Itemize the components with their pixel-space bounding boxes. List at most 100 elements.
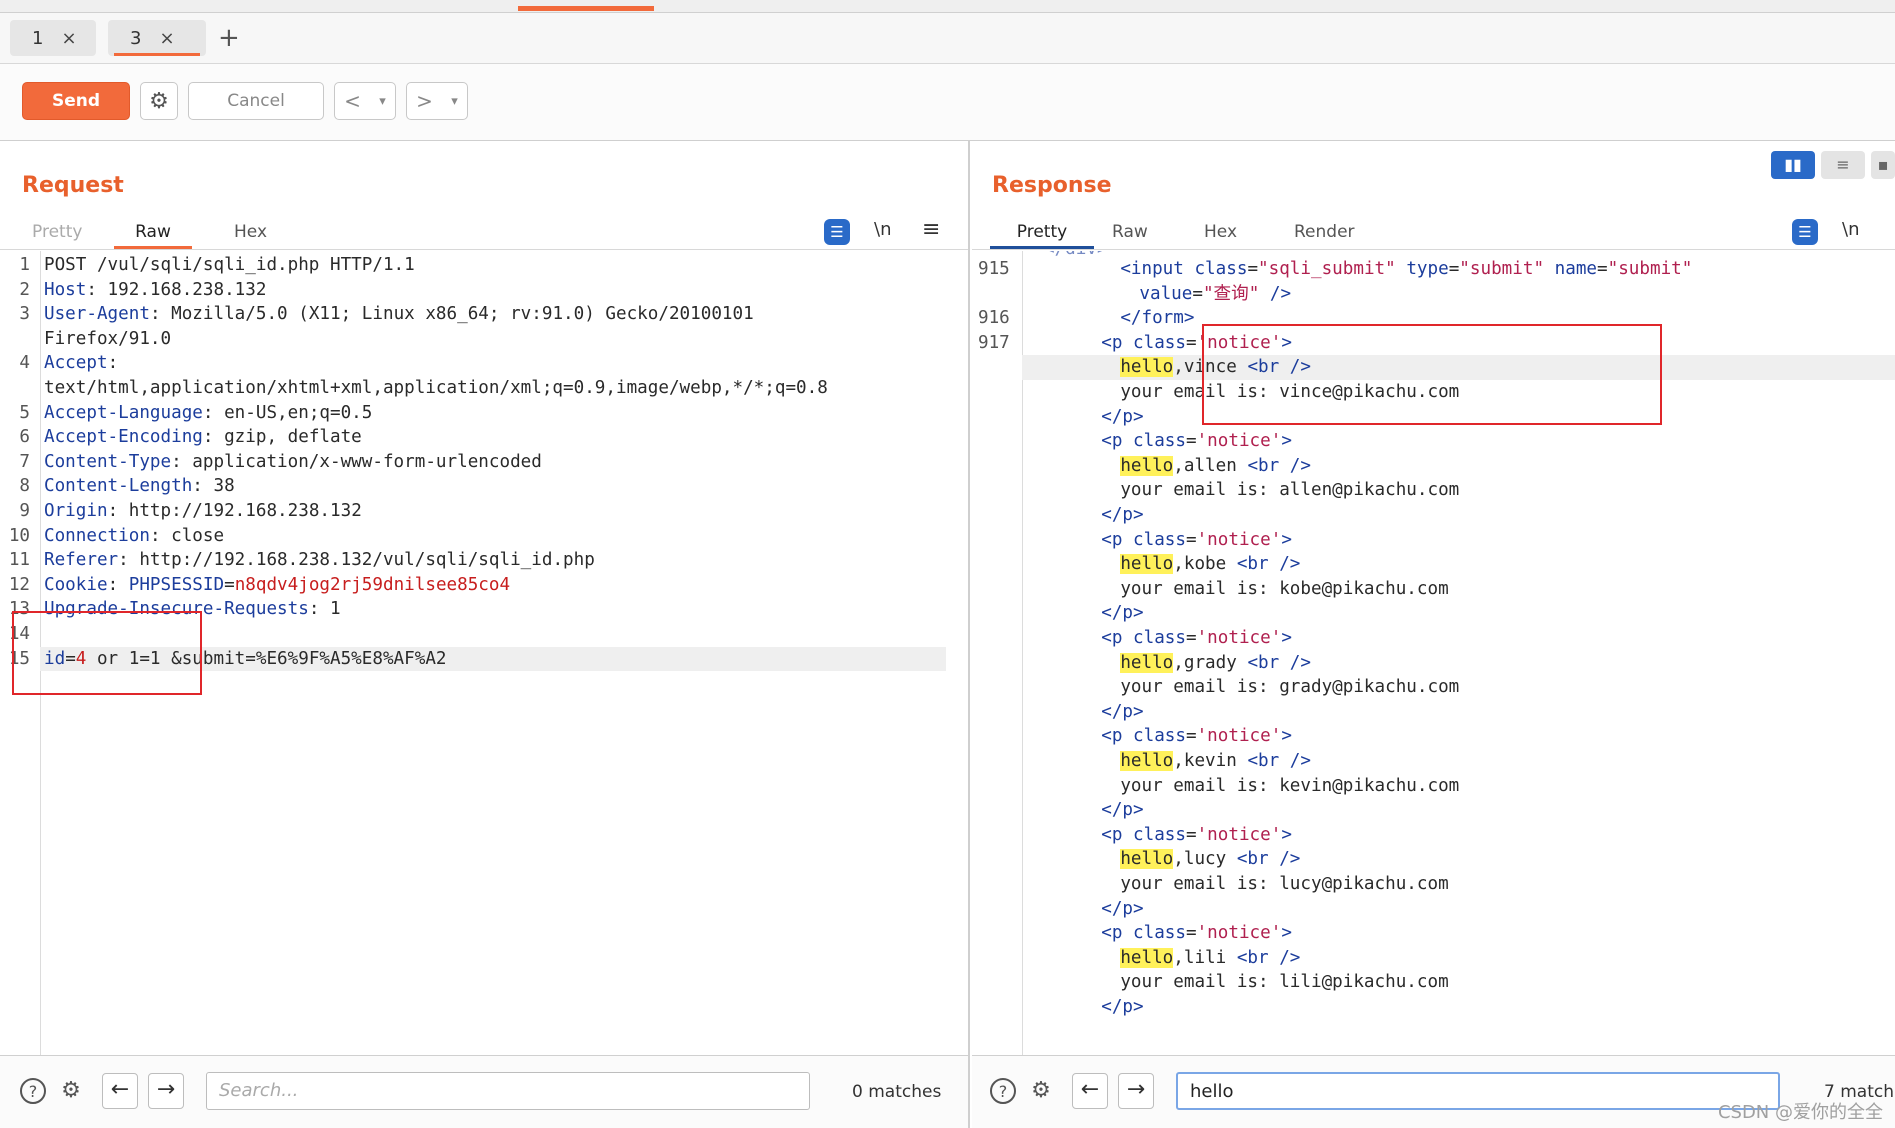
newline-toggle-icon[interactable]: \n xyxy=(1842,219,1859,240)
code-token: </p> xyxy=(1101,898,1144,919)
header-colon: : xyxy=(192,476,203,497)
code-token: <p xyxy=(1101,824,1134,845)
code-token: = xyxy=(1192,283,1203,304)
code-text: your email is: kevin@pikachu.com xyxy=(1120,774,1459,799)
send-button[interactable]: Send xyxy=(22,82,130,120)
code-token: grady xyxy=(1183,652,1248,673)
code-line: </p> xyxy=(972,995,1895,1020)
line-number: 12 xyxy=(8,574,30,595)
close-icon[interactable]: × xyxy=(159,28,174,49)
code-token: = xyxy=(1185,529,1197,550)
line-number: 1 xyxy=(19,255,30,275)
response-title: Response xyxy=(992,173,1112,198)
repeater-tab-3[interactable]: 3 × xyxy=(108,20,206,56)
arrow-left-icon[interactable]: ← xyxy=(1072,1073,1108,1109)
split-view-icon[interactable]: ▮▮ xyxy=(1771,151,1815,179)
search-highlight: hello xyxy=(1120,751,1174,771)
header-colon: : xyxy=(118,550,129,571)
header-value: Mozilla/5.0 (X11; Linux x86_64; rv:91.0)… xyxy=(160,304,754,325)
header-value: http://192.168.238.132/vul/sqli/sqli_id.… xyxy=(128,550,595,571)
wrap-lines-icon[interactable]: ☰ xyxy=(1792,219,1818,245)
header-name: Referer xyxy=(44,550,119,571)
header-name: Origin xyxy=(44,501,108,521)
code-line: your email is: kobe@pikachu.com xyxy=(972,577,1895,602)
wrap-lines-icon[interactable]: ☰ xyxy=(824,219,850,245)
close-icon[interactable]: × xyxy=(61,28,76,49)
search-highlight: hello xyxy=(1120,455,1174,476)
code-token: > xyxy=(1281,923,1292,944)
repeater-toolbar: Send ⚙ Cancel < ▾ > ▾ xyxy=(0,64,1895,141)
tab-render[interactable]: Render xyxy=(1284,219,1365,249)
code-line: <p class='notice'> xyxy=(972,921,1895,946)
code-text: hello,kobe <br /> xyxy=(1120,552,1300,577)
cancel-button[interactable]: Cancel xyxy=(188,82,324,120)
code-text: hello,grady <br /> xyxy=(1120,651,1311,676)
tab-pretty[interactable]: Pretty xyxy=(22,219,92,249)
code-line: 9 Origin: http://192.168.238.132 xyxy=(0,499,968,524)
code-line: <p class='notice'> xyxy=(972,724,1895,749)
code-line: your email is: lili@pikachu.com xyxy=(972,970,1895,995)
arrow-right-icon[interactable]: → xyxy=(148,1073,184,1109)
tab-pretty[interactable]: Pretty xyxy=(990,219,1094,249)
search-highlight: hello xyxy=(1120,652,1174,673)
code-token: , xyxy=(1173,357,1184,378)
arrow-right-icon[interactable]: → xyxy=(1118,1073,1154,1109)
tab-label: 1 xyxy=(32,27,44,49)
request-search-input[interactable]: Search... xyxy=(206,1072,810,1110)
help-icon[interactable]: ? xyxy=(18,1076,48,1106)
code-text: </p> xyxy=(1101,405,1143,430)
tab-hex[interactable]: Hex xyxy=(224,219,277,249)
header-value: 192.168.238.132 xyxy=(96,279,267,300)
previous-request-button[interactable]: < ▾ xyxy=(334,82,396,120)
repeater-tab-1[interactable]: 1 × xyxy=(10,20,96,56)
tab-hex[interactable]: Hex xyxy=(1194,219,1247,249)
header-value: POST /vul/sqli/sqli_id.php HTTP/1.1 xyxy=(44,255,415,275)
code-text: Referer: http://192.168.238.132/vul/sqli… xyxy=(44,548,595,573)
code-line: 915 <input class="sqli_submit" type="subm… xyxy=(972,257,1895,282)
code-text: </p> xyxy=(1101,995,1143,1020)
newline-toggle-icon[interactable]: \n xyxy=(874,219,891,240)
next-request-button[interactable]: > ▾ xyxy=(406,82,468,120)
code-line: value="查询" /> xyxy=(972,282,1895,307)
code-line: </p> xyxy=(972,798,1895,823)
code-line: </p> xyxy=(972,700,1895,725)
header-value: text/html,application/xhtml+xml,applicat… xyxy=(44,378,828,398)
settings-icon[interactable]: ⚙ xyxy=(140,82,178,120)
code-token: > xyxy=(1281,726,1292,747)
code-text: hello,lili <br /> xyxy=(1120,946,1300,971)
single-view-icon[interactable]: ▪ xyxy=(1871,151,1895,179)
code-token: </p> xyxy=(1101,603,1144,624)
code-text: </p> xyxy=(1101,700,1143,725)
menu-icon[interactable]: ≡ xyxy=(922,217,940,242)
header-value: 38 xyxy=(202,476,235,497)
code-line: 3 User-Agent: Mozilla/5.0 (X11; Linux x86… xyxy=(0,302,968,327)
code-token: kobe xyxy=(1183,554,1237,575)
tab-raw[interactable]: Raw xyxy=(114,219,192,249)
code-text: your email is: grady@pikachu.com xyxy=(1120,675,1459,700)
help-icon[interactable]: ? xyxy=(988,1076,1018,1106)
code-token: , xyxy=(1173,947,1184,968)
settings-icon[interactable]: ⚙ xyxy=(56,1076,86,1106)
code-token: > xyxy=(1281,431,1292,452)
code-line: 2 Host: 192.168.238.132 xyxy=(0,278,968,303)
code-token: = xyxy=(1185,628,1197,648)
tab-raw[interactable]: Raw xyxy=(1102,219,1158,249)
code-token: = xyxy=(1185,332,1197,353)
chevron-down-icon[interactable]: ▾ xyxy=(379,94,386,109)
code-token: your email is: allen@pikachu.com xyxy=(1120,480,1460,501)
header-colon: : xyxy=(171,451,182,472)
header-value xyxy=(118,575,129,595)
line-number: 10 xyxy=(8,525,30,546)
line-number: 2 xyxy=(19,279,30,300)
stacked-view-icon[interactable]: ≡ xyxy=(1821,151,1865,179)
chevron-down-icon[interactable]: ▾ xyxy=(451,94,458,109)
settings-icon[interactable]: ⚙ xyxy=(1026,1076,1056,1106)
code-token: = xyxy=(1185,923,1197,944)
header-value: Firefox/91.0 xyxy=(44,328,172,349)
code-line: 1 POST /vul/sqli/sqli_id.php HTTP/1.1 xyxy=(0,253,968,278)
code-token: "submit" xyxy=(1607,259,1693,279)
code-token: 'notice' xyxy=(1196,726,1282,747)
add-tab-button[interactable]: + xyxy=(218,25,240,51)
response-search-input[interactable]: hello xyxy=(1176,1072,1780,1110)
arrow-left-icon[interactable]: ← xyxy=(102,1073,138,1109)
